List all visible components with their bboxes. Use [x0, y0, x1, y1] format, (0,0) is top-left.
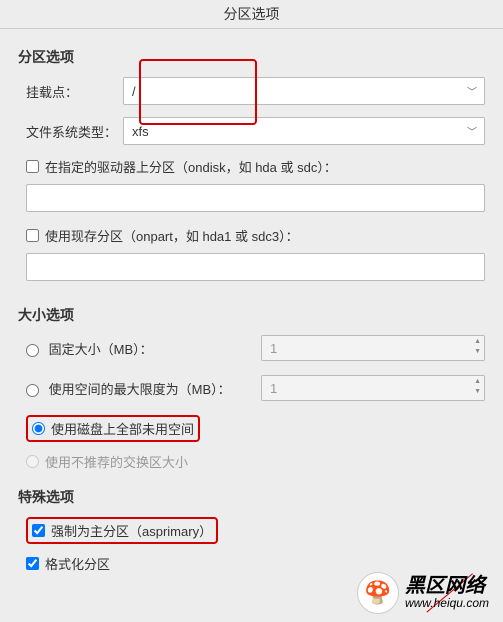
special-section-title: 特殊选项: [18, 487, 485, 507]
partition-section-title: 分区选项: [18, 47, 485, 67]
watermark-cn: 黑区网络: [405, 575, 489, 597]
fixed-size-spinner: [261, 335, 485, 361]
window-title: 分区选项: [0, 0, 503, 29]
fs-type-label: 文件系统类型：: [18, 122, 123, 141]
ondisk-checkbox[interactable]: [26, 160, 39, 173]
spinner-arrows-icon: ▲▼: [474, 377, 481, 397]
max-size-radio[interactable]: [26, 384, 39, 397]
fixed-size-radio[interactable]: [26, 344, 39, 357]
max-size-label: 使用空间的最大限度为（MB）：: [49, 382, 231, 397]
mount-point-label: 挂载点：: [18, 82, 123, 101]
fixed-size-label: 固定大小（MB）：: [49, 342, 153, 357]
onpart-checkbox[interactable]: [26, 229, 39, 242]
all-free-radio[interactable]: [32, 422, 45, 435]
onpart-label: 使用现存分区（onpart，如 hda1 或 sdc3）：: [45, 226, 299, 245]
watermark-url: www.heiqu.com: [405, 597, 489, 610]
watermark: 🍄 黑区网络 www.heiqu.com: [357, 572, 489, 614]
all-free-label: 使用磁盘上全部未用空间: [51, 419, 194, 438]
ondisk-label: 在指定的驱动器上分区（ondisk，如 hda 或 sdc）：: [45, 157, 337, 176]
format-label: 格式化分区: [45, 554, 110, 573]
mount-point-select[interactable]: [123, 77, 485, 105]
onpart-input[interactable]: [26, 253, 485, 281]
mushroom-icon: 🍄: [357, 572, 399, 614]
asprimary-label: 强制为主分区（asprimary）: [51, 521, 212, 540]
recommended-swap-label: 使用不推荐的交换区大小: [45, 452, 188, 471]
size-section-title: 大小选项: [18, 305, 485, 325]
ondisk-input[interactable]: [26, 184, 485, 212]
spinner-arrows-icon: ▲▼: [474, 337, 481, 357]
recommended-swap-radio: [26, 455, 39, 468]
asprimary-checkbox[interactable]: [32, 524, 45, 537]
format-checkbox[interactable]: [26, 557, 39, 570]
fs-type-select[interactable]: [123, 117, 485, 145]
max-size-spinner: [261, 375, 485, 401]
